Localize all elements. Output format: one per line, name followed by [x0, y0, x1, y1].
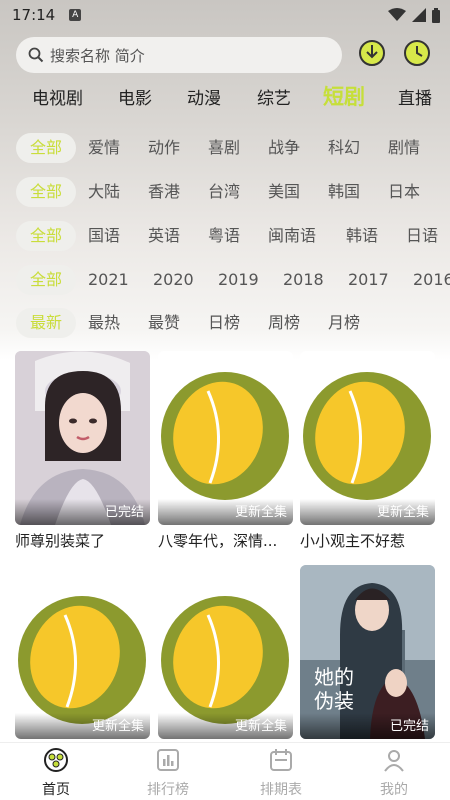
- ranking-icon: [157, 749, 179, 771]
- status-badge: 已完结: [300, 713, 435, 739]
- drama-title: 师尊别装菜了: [15, 532, 106, 550]
- nav-label: 排期表: [260, 782, 302, 798]
- chip-region[interactable]: 台湾: [208, 177, 240, 207]
- chip-year[interactable]: 2017: [348, 265, 389, 295]
- notification-icon: A: [69, 9, 82, 21]
- chip-language[interactable]: 粤语: [208, 221, 240, 251]
- chip-sort[interactable]: 最热: [88, 308, 120, 338]
- search-input[interactable]: 搜索名称 简介: [16, 37, 342, 73]
- chip-language[interactable]: 闽南语: [268, 221, 316, 251]
- chip-sort[interactable]: 月榜: [328, 308, 360, 338]
- calendar-icon: [270, 749, 292, 771]
- drama-card[interactable]: 已完结 她的伪装: [300, 565, 435, 739]
- filter-region: 全部 大陆 香港 台湾 美国 韩国 日本: [0, 177, 450, 211]
- chip-sort[interactable]: 周榜: [268, 308, 300, 338]
- drama-poster: 更新全集: [158, 351, 293, 525]
- nav-profile[interactable]: 我的: [354, 747, 434, 799]
- chip-genre[interactable]: 剧情: [388, 133, 420, 163]
- drama-poster: 更新全集: [158, 565, 293, 739]
- status-badge: 已完结: [15, 499, 150, 525]
- chip-language[interactable]: 韩语: [346, 221, 378, 251]
- status-badge: 更新全集: [158, 499, 293, 525]
- tab-short-drama[interactable]: 短剧: [323, 82, 365, 112]
- bottom-navigation: 首页 排行榜 排期表 我的: [0, 742, 450, 800]
- profile-icon: [384, 750, 404, 772]
- filter-sort: 最新 最热 最赞 日榜 周榜 月榜: [0, 308, 450, 342]
- drama-card[interactable]: 更新全集 八零年代，深情...: [158, 351, 293, 551]
- nav-ranking[interactable]: 排行榜: [128, 747, 208, 799]
- chip-region[interactable]: 日本: [388, 177, 420, 207]
- drama-poster: 已完结: [15, 351, 150, 525]
- drama-poster: 已完结 她的伪装: [300, 565, 435, 739]
- wifi-icon: [388, 8, 406, 21]
- tab-live[interactable]: 直播: [398, 84, 432, 114]
- chip-sort[interactable]: 最赞: [148, 308, 180, 338]
- drama-card[interactable]: 更新全集 小小观主不好惹: [300, 351, 435, 551]
- nav-label: 排行榜: [147, 782, 189, 798]
- chip-genre-all[interactable]: 全部: [16, 133, 77, 163]
- chip-genre[interactable]: 动作: [148, 133, 180, 163]
- drama-card[interactable]: 已完结 师尊别装菜了: [15, 351, 150, 551]
- chip-region[interactable]: 大陆: [88, 177, 120, 207]
- search-icon: [28, 47, 44, 63]
- nav-label: 首页: [42, 782, 70, 798]
- chip-year[interactable]: 2021: [88, 265, 129, 295]
- battery-icon: [432, 7, 440, 23]
- nav-home[interactable]: 首页: [16, 747, 96, 799]
- chip-year[interactable]: 2018: [283, 265, 324, 295]
- chip-language[interactable]: 日语: [406, 221, 438, 251]
- chip-genre[interactable]: 爱情: [88, 133, 120, 163]
- chip-sort[interactable]: 日榜: [208, 308, 240, 338]
- chip-genre[interactable]: 科幻: [328, 133, 360, 163]
- chip-region[interactable]: 美国: [268, 177, 300, 207]
- chip-region-all[interactable]: 全部: [16, 177, 77, 207]
- home-icon: [44, 748, 68, 772]
- poster-title-text: 她的伪装: [314, 665, 354, 713]
- chip-region[interactable]: 韩国: [328, 177, 360, 207]
- status-badge: 更新全集: [15, 713, 150, 739]
- status-badge: 更新全集: [158, 713, 293, 739]
- drama-title: 小小观主不好惹: [300, 532, 406, 550]
- filter-year: 全部 2021 2020 2019 2018 2017 2016: [0, 265, 450, 299]
- status-badge: 更新全集: [300, 499, 435, 525]
- drama-card[interactable]: 更新全集: [15, 565, 150, 739]
- chip-year[interactable]: 2019: [218, 265, 259, 295]
- tab-anime[interactable]: 动漫: [187, 84, 221, 114]
- chip-region[interactable]: 香港: [148, 177, 180, 207]
- chip-genre[interactable]: 喜剧: [208, 133, 240, 163]
- drama-card[interactable]: 更新全集: [158, 565, 293, 739]
- status-bar: 17:14 A: [0, 0, 450, 30]
- nav-schedule[interactable]: 排期表: [241, 747, 321, 799]
- chip-year[interactable]: 2020: [153, 265, 194, 295]
- filter-language: 全部 国语 英语 粤语 闽南语 韩语 日语: [0, 221, 450, 255]
- tab-movie[interactable]: 电影: [118, 84, 152, 114]
- chip-language[interactable]: 英语: [148, 221, 180, 251]
- category-tabs: 电视剧 电影 动漫 综艺 短剧 直播: [0, 84, 450, 118]
- nav-label: 我的: [380, 782, 408, 798]
- drama-poster: 更新全集: [300, 351, 435, 525]
- chip-genre[interactable]: 战争: [268, 133, 300, 163]
- tab-tv[interactable]: 电视剧: [32, 84, 83, 114]
- tab-variety[interactable]: 综艺: [257, 84, 291, 114]
- filter-genre: 全部 爱情 动作 喜剧 战争 科幻 剧情: [0, 133, 450, 167]
- signal-icon: [412, 8, 426, 22]
- chip-year[interactable]: 2016: [413, 265, 450, 295]
- chip-sort-latest[interactable]: 最新: [16, 308, 77, 338]
- download-icon[interactable]: [357, 38, 387, 68]
- chip-language[interactable]: 国语: [88, 221, 120, 251]
- search-placeholder: 搜索名称 简介: [50, 46, 145, 65]
- chip-language-all[interactable]: 全部: [16, 221, 77, 251]
- chip-year-all[interactable]: 全部: [16, 265, 77, 295]
- drama-poster: 更新全集: [15, 565, 150, 739]
- drama-title: 八零年代，深情...: [158, 532, 278, 550]
- status-time: 17:14: [12, 6, 56, 24]
- history-icon[interactable]: [402, 38, 432, 68]
